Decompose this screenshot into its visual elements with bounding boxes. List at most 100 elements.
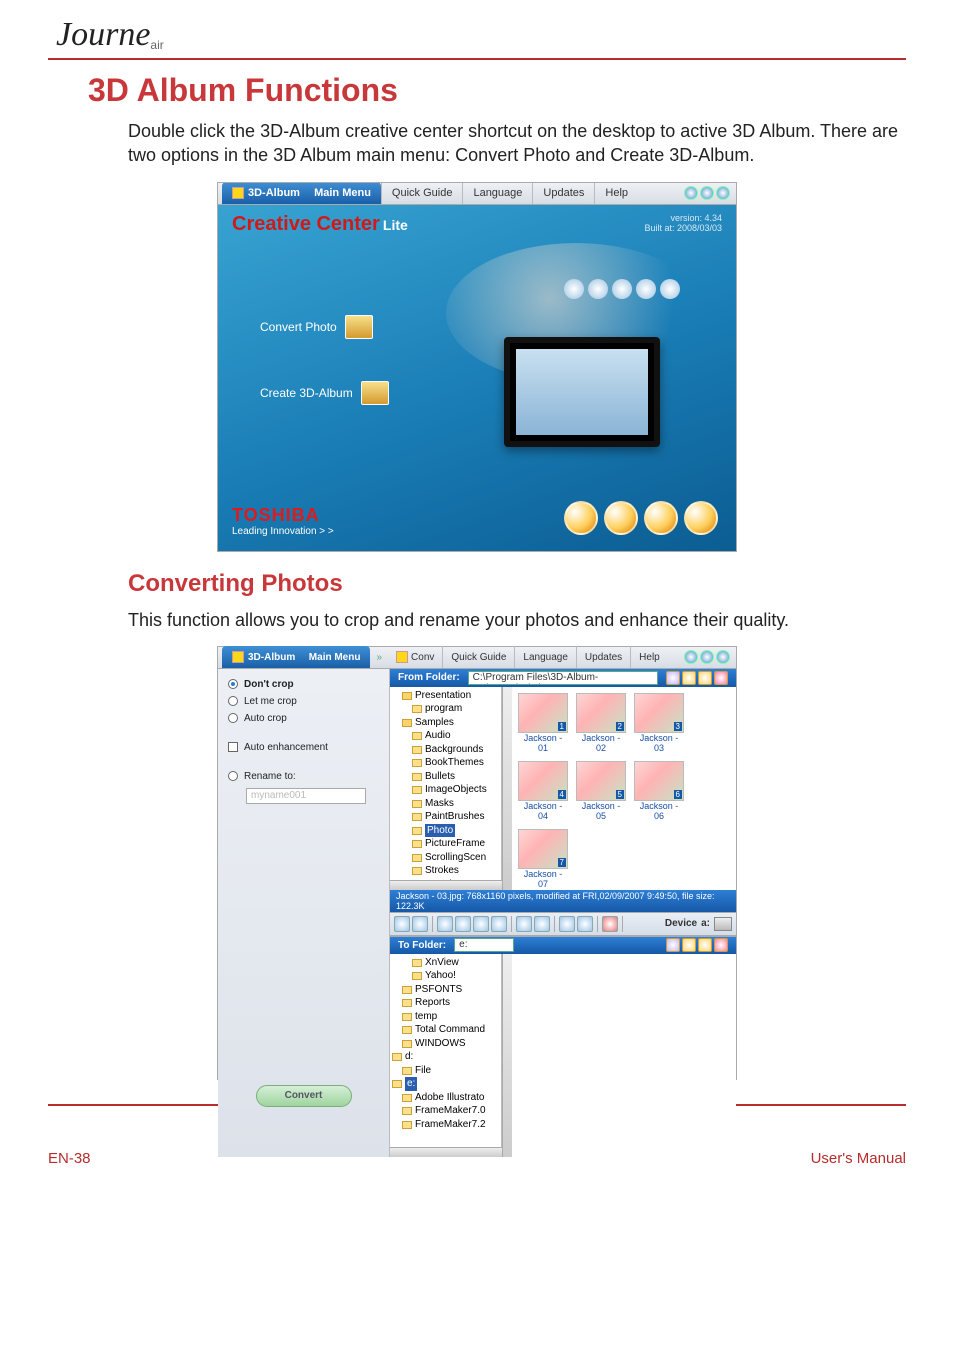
shortcut-icon[interactable] [644, 501, 678, 535]
tool-icon[interactable] [698, 938, 712, 952]
tab-help[interactable]: Help [630, 646, 668, 668]
to-folder-path[interactable]: e: [454, 938, 514, 952]
section-heading: 3D Album Functions [88, 72, 906, 109]
tree-item[interactable]: File [415, 1064, 431, 1078]
heart-icon[interactable] [714, 671, 728, 685]
tree-item-selected[interactable]: e: [405, 1077, 417, 1091]
tree-item[interactable]: PSFONTS [415, 983, 462, 997]
to-folder-tree[interactable]: XnView Yahoo! PSFONTS Reports temp Total… [390, 954, 502, 1147]
wand-icon[interactable] [666, 671, 680, 685]
tree-item[interactable]: FrameMaker7.2 [415, 1118, 486, 1132]
tab-quick-guide[interactable]: Quick Guide [442, 646, 514, 668]
thumbnail-item[interactable]: 3Jackson - 03 [634, 693, 684, 753]
tab-main-menu[interactable]: 3D-Album Main Menu [222, 646, 370, 668]
folder-icon [412, 705, 422, 713]
thumbnail-item[interactable]: 2Jackson - 02 [576, 693, 626, 753]
shortcut-icon[interactable] [604, 501, 638, 535]
maximize-icon[interactable] [700, 186, 714, 200]
tree-item[interactable]: temp [415, 1010, 437, 1024]
tree-item-selected[interactable]: Photo [425, 824, 455, 838]
tree-item[interactable]: Samples [415, 716, 454, 730]
tree-item[interactable]: program [425, 702, 462, 716]
tab-help[interactable]: Help [594, 182, 638, 204]
tree-item[interactable]: ImageObjects [425, 783, 487, 797]
tool-icon[interactable] [394, 916, 410, 932]
thumbnail-item[interactable]: 5Jackson - 05 [576, 761, 626, 821]
tab-updates[interactable]: Updates [576, 646, 630, 668]
device-selector[interactable]: Device a: [665, 917, 732, 931]
shortcut-icon[interactable] [684, 501, 718, 535]
tab-main-menu[interactable]: 3D-Album Main Menu [222, 182, 381, 204]
tool-icon[interactable] [516, 916, 532, 932]
tree-item[interactable]: Bullets [425, 770, 455, 784]
tree-item[interactable]: d: [405, 1050, 413, 1064]
tree-item[interactable]: Strokes [425, 864, 459, 878]
tree-item[interactable]: WINDOWS [415, 1037, 466, 1051]
minimize-icon[interactable] [684, 650, 698, 664]
scrollbar-horizontal[interactable] [390, 1147, 502, 1157]
tool-icon[interactable] [455, 916, 471, 932]
undo-icon[interactable] [559, 916, 575, 932]
tool-icon[interactable] [682, 671, 696, 685]
scrollbar-horizontal[interactable] [390, 880, 502, 890]
tree-item[interactable]: ScrollingScen [425, 851, 486, 865]
close-icon[interactable] [716, 650, 730, 664]
thumbnail-item[interactable]: 1Jackson - 01 [518, 693, 568, 753]
tree-item[interactable]: BookThemes [425, 756, 484, 770]
tool-icon[interactable] [473, 916, 489, 932]
tool-icon[interactable] [682, 938, 696, 952]
radio-dont-crop[interactable]: Don't crop [228, 679, 379, 690]
convert-button[interactable]: Convert [256, 1085, 352, 1107]
redo-icon[interactable] [577, 916, 593, 932]
heart-icon[interactable] [714, 938, 728, 952]
tree-item[interactable]: Presentation [415, 689, 471, 703]
radio-rename-to[interactable]: Rename to: [228, 771, 379, 782]
tree-item[interactable]: PaintBrushes [425, 810, 484, 824]
checkbox-auto-enhancement[interactable]: Auto enhancement [228, 742, 379, 753]
tree-item[interactable]: FrameMaker7.0 [415, 1104, 486, 1118]
tree-item[interactable]: XnView [425, 956, 459, 970]
from-folder-path[interactable]: C:\Program Files\3D-Album-CC\Samples\Pho… [468, 671, 658, 685]
app-name-label: 3D-Album [248, 652, 295, 663]
rename-input[interactable] [246, 788, 366, 804]
tool-icon[interactable] [698, 671, 712, 685]
radio-auto-crop[interactable]: Auto crop [228, 713, 379, 724]
tab-language[interactable]: Language [462, 182, 532, 204]
tab-updates[interactable]: Updates [532, 182, 594, 204]
option-convert-photo[interactable]: Convert Photo [260, 315, 373, 339]
minimize-icon[interactable] [684, 186, 698, 200]
tree-item[interactable]: Audio [425, 729, 451, 743]
thumbnail-item[interactable]: 6Jackson - 06 [634, 761, 684, 821]
screenshot-convert-photo: 3D-Album Main Menu » Conv Quick Guide La… [217, 646, 737, 1080]
tree-item[interactable]: Adobe Illustrato [415, 1091, 485, 1105]
tab-quick-guide[interactable]: Quick Guide [381, 182, 463, 204]
device-drive: a: [701, 918, 710, 929]
close-icon[interactable] [716, 186, 730, 200]
from-folder-tree[interactable]: Presentation program Samples Audio Backg… [390, 687, 502, 880]
option-create-3d-album[interactable]: Create 3D-Album [260, 381, 389, 405]
subsection-intro-text: This function allows you to crop and ren… [128, 608, 906, 632]
thumbnail-label: Jackson - 07 [518, 869, 568, 889]
tree-item[interactable]: Yahoo! [425, 969, 456, 983]
thumbnail-item[interactable]: 7Jackson - 07 [518, 829, 568, 889]
scrollbar-vertical[interactable] [502, 954, 512, 1157]
radio-let-me-crop[interactable]: Let me crop [228, 696, 379, 707]
scrollbar-vertical[interactable] [502, 687, 512, 890]
delete-icon[interactable] [602, 916, 618, 932]
tree-item[interactable]: Total Command [415, 1023, 485, 1037]
tool-icon[interactable] [412, 916, 428, 932]
maximize-icon[interactable] [700, 650, 714, 664]
wand-icon[interactable] [666, 938, 680, 952]
tool-icon[interactable] [437, 916, 453, 932]
tab-language[interactable]: Language [514, 646, 576, 668]
tree-item[interactable]: Backgrounds [425, 743, 483, 757]
shortcut-icon[interactable] [564, 501, 598, 535]
folder-icon [412, 854, 422, 862]
tree-item[interactable]: Masks [425, 797, 454, 811]
tree-item[interactable]: Reports [415, 996, 450, 1010]
tool-icon[interactable] [534, 916, 550, 932]
tree-item[interactable]: PictureFrame [425, 837, 485, 851]
tool-icon[interactable] [491, 916, 507, 932]
breadcrumb-convert[interactable]: Conv [388, 646, 442, 668]
thumbnail-item[interactable]: 4Jackson - 04 [518, 761, 568, 821]
